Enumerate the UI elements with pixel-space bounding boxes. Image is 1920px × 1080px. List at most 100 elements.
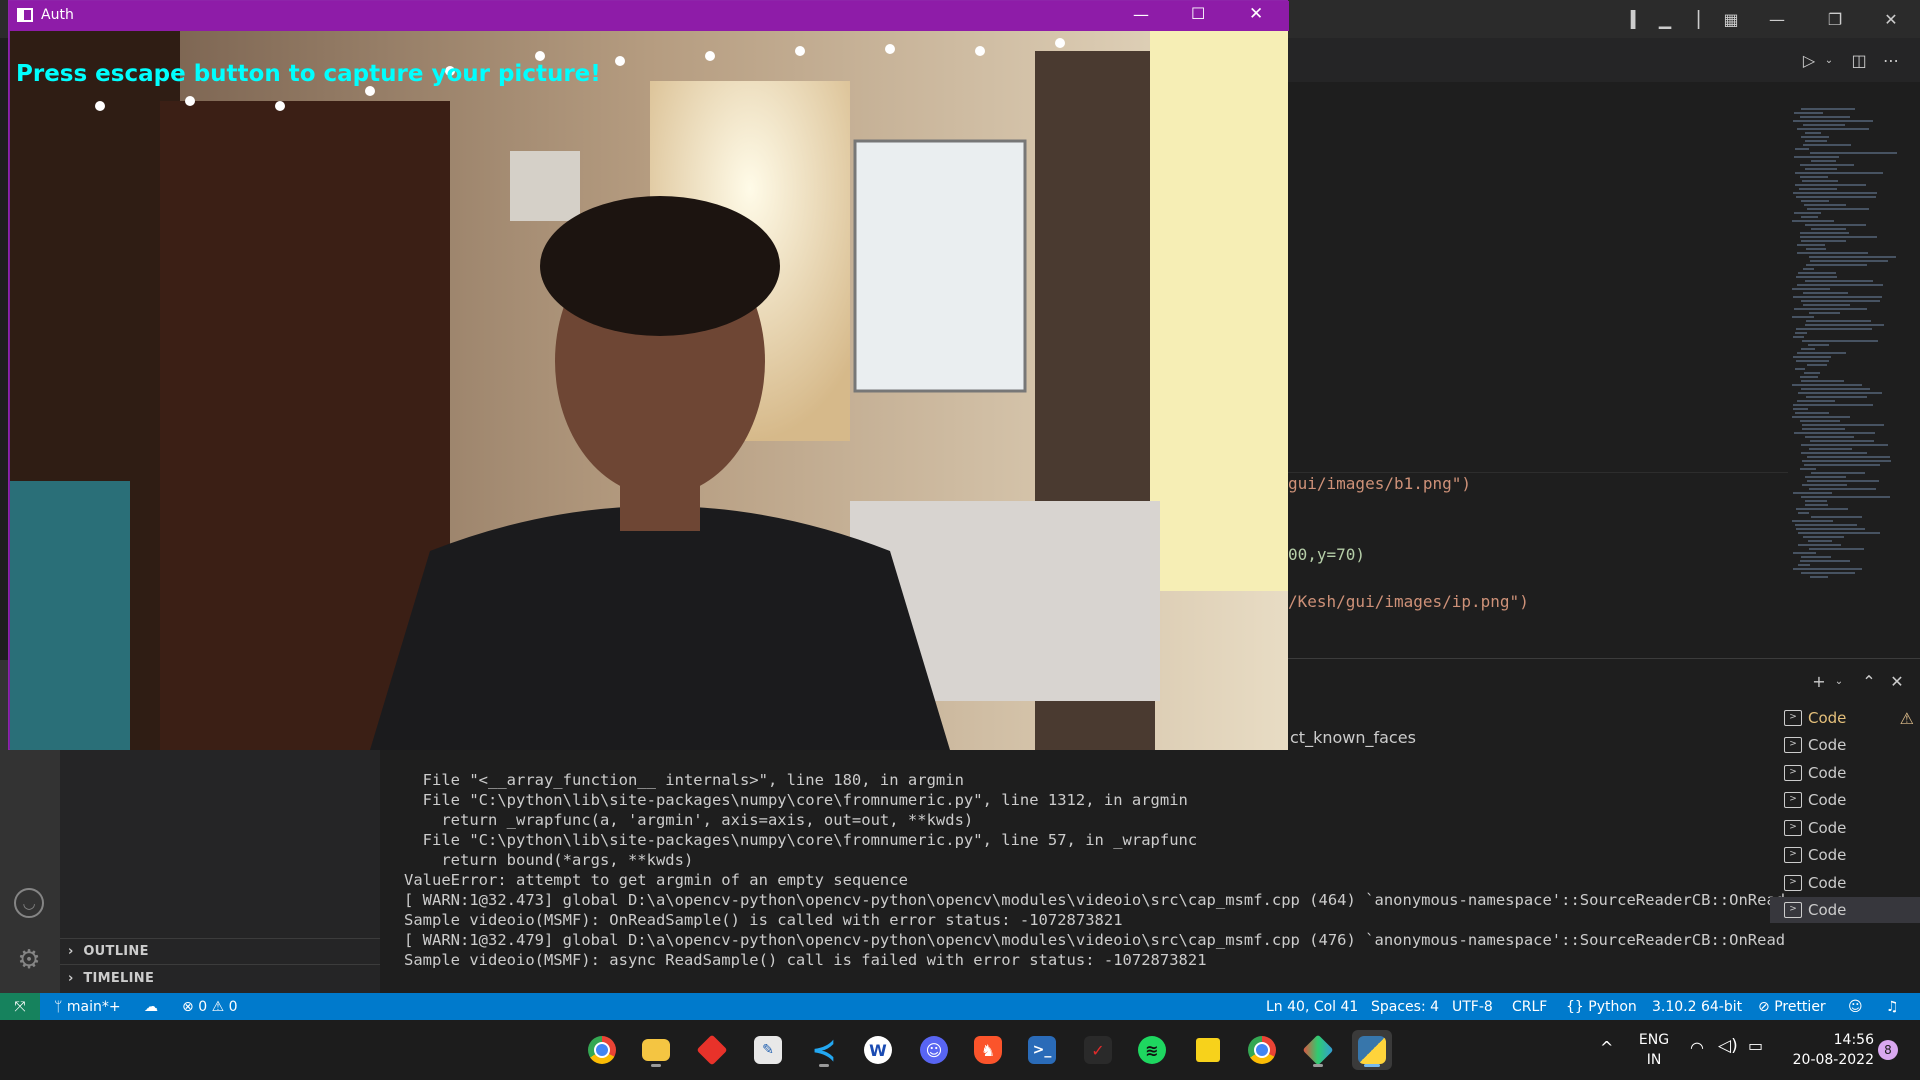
- indentation[interactable]: Spaces: 4: [1371, 993, 1439, 1020]
- encoding[interactable]: UTF-8: [1452, 993, 1493, 1020]
- minimap-line: [1810, 440, 1874, 442]
- restore-icon[interactable]: ❐: [1824, 8, 1846, 30]
- customize-layout-icon[interactable]: ▦: [1720, 8, 1742, 30]
- minimap-line: [1808, 540, 1832, 542]
- minimap-line: [1794, 432, 1875, 434]
- terminal-tab[interactable]: > Code: [1770, 815, 1920, 841]
- battery-icon[interactable]: ▭: [1748, 1036, 1763, 1055]
- minimap-line: [1806, 320, 1871, 322]
- chrome-app[interactable]: [582, 1030, 622, 1070]
- line-ending[interactable]: CRLF: [1512, 993, 1547, 1020]
- language-mode[interactable]: {} Python: [1566, 993, 1637, 1020]
- warning-icon: ⚠: [1899, 708, 1914, 728]
- clock[interactable]: 14:56 20-08-2022: [1774, 1030, 1874, 1070]
- toggle-primary-sidebar-icon[interactable]: ▍: [1626, 8, 1648, 30]
- code-line: 00,y=70): [1288, 545, 1366, 564]
- file-explorer-app[interactable]: [636, 1030, 676, 1070]
- toggle-panel-icon[interactable]: ▁: [1654, 8, 1676, 30]
- python-icon: [1358, 1036, 1386, 1064]
- close-icon[interactable]: ✕: [1880, 8, 1902, 30]
- divider: [60, 938, 380, 939]
- spotify-app[interactable]: ≋: [1132, 1030, 1172, 1070]
- terminal-output[interactable]: File "<__array_function__ internals>", l…: [404, 770, 1785, 975]
- wps-app[interactable]: W: [858, 1030, 898, 1070]
- python-interpreter[interactable]: 3.10.2 64-bit: [1652, 993, 1742, 1020]
- minimize-icon[interactable]: —: [1133, 5, 1149, 24]
- windows-logo-icon: [537, 1037, 563, 1063]
- minimap[interactable]: [1788, 100, 1908, 590]
- cursor-position[interactable]: Ln 40, Col 41: [1266, 993, 1358, 1020]
- warning-icon: ⚠: [211, 998, 225, 1015]
- new-terminal-icon[interactable]: +: [1808, 670, 1830, 692]
- python-app-active[interactable]: [1352, 1030, 1392, 1070]
- accounts-icon[interactable]: ◡: [14, 888, 44, 918]
- powershell-app[interactable]: >_: [1022, 1030, 1062, 1070]
- vscode-app[interactable]: ≺: [804, 1030, 844, 1070]
- code-editor[interactable]: gui/images/b1.png"): [1288, 82, 1788, 493]
- auth-titlebar[interactable]: Auth — ☐ ✕: [9, 1, 1289, 31]
- documents-app[interactable]: ✎: [748, 1030, 788, 1070]
- git-app[interactable]: [692, 1030, 732, 1070]
- notification-badge[interactable]: 8: [1878, 1040, 1898, 1060]
- minimap-line: [1806, 264, 1867, 266]
- remote-indicator[interactable]: ⤧: [0, 993, 40, 1020]
- git-gui-app[interactable]: [1298, 1030, 1338, 1070]
- auth-window[interactable]: Auth — ☐ ✕ Press escape button to captur…: [8, 0, 1289, 750]
- split-editor-icon[interactable]: ◫: [1848, 49, 1870, 71]
- minimap-line: [1800, 560, 1850, 562]
- run-icon[interactable]: ▷: [1798, 49, 1820, 71]
- prettier-status[interactable]: ⊘ Prettier: [1758, 993, 1826, 1020]
- gear-icon[interactable]: ⚙: [14, 945, 44, 975]
- chevron-down-icon[interactable]: ⌄: [1818, 49, 1840, 71]
- minimap-line: [1809, 256, 1896, 258]
- terminal-line: return _wrapfunc(a, 'argmin', axis=axis,…: [404, 811, 974, 829]
- minimap-line: [1796, 328, 1872, 330]
- wifi-icon[interactable]: ◠: [1690, 1038, 1704, 1057]
- sync-icon[interactable]: ☁: [144, 993, 158, 1020]
- show-hidden-icons-chevron-icon[interactable]: ^: [1600, 1038, 1613, 1057]
- terminal-tab[interactable]: > Code: [1770, 842, 1920, 868]
- maximize-icon[interactable]: ☐: [1191, 4, 1205, 23]
- terminal-line: File "C:\python\lib\site-packages\numpy\…: [404, 791, 1188, 809]
- minimap-line: [1794, 308, 1867, 310]
- feedback-icon[interactable]: ☺: [1848, 993, 1863, 1020]
- terminal-tab[interactable]: > Code: [1770, 787, 1920, 813]
- minimap-line: [1804, 372, 1820, 374]
- terminal-line: Sample videoio(MSMF): OnReadSample() is …: [404, 911, 1123, 929]
- app-red[interactable]: ✓: [1078, 1030, 1118, 1070]
- maximize-panel-icon[interactable]: ⌃: [1858, 670, 1880, 692]
- terminal-tab[interactable]: > Code: [1770, 732, 1920, 758]
- terminal-tab[interactable]: > Code: [1770, 760, 1920, 786]
- discord-app[interactable]: ☺: [914, 1030, 954, 1070]
- more-actions-icon[interactable]: ⋯: [1880, 49, 1902, 71]
- timeline-section[interactable]: › TIMELINE: [68, 971, 154, 986]
- minimap-line: [1807, 480, 1879, 482]
- notifications-bell-icon[interactable]: ♫: [1886, 993, 1899, 1020]
- close-icon[interactable]: ✕: [1249, 4, 1263, 24]
- terminal-tab[interactable]: > Code: [1770, 870, 1920, 896]
- minimap-line: [1801, 496, 1890, 498]
- minimap-line: [1803, 536, 1844, 538]
- chevron-down-icon[interactable]: ⌄: [1828, 670, 1850, 692]
- input-language-indicator[interactable]: ENG IN: [1636, 1030, 1672, 1070]
- chrome-app-2[interactable]: [1242, 1030, 1282, 1070]
- terminal-tab[interactable]: > Code ⚠: [1770, 705, 1920, 731]
- minimap-line: [1795, 148, 1809, 150]
- volume-icon[interactable]: ◁): [1718, 1036, 1738, 1056]
- minimap-line: [1801, 240, 1846, 242]
- toggle-secondary-sidebar-icon[interactable]: ▕: [1682, 8, 1704, 30]
- minimap-line: [1793, 336, 1804, 338]
- minimap-line: [1798, 544, 1841, 546]
- terminal-tab-active[interactable]: > Code: [1770, 897, 1920, 923]
- brave-app[interactable]: ♞: [968, 1030, 1008, 1070]
- minimap-line: [1798, 564, 1810, 566]
- minimap-line: [1796, 196, 1876, 198]
- start-button[interactable]: [530, 1030, 570, 1070]
- close-panel-icon[interactable]: ✕: [1886, 670, 1908, 692]
- chevron-right-icon: ›: [68, 944, 74, 959]
- sticky-notes-app[interactable]: [1188, 1030, 1228, 1070]
- problems-indicator[interactable]: ⊗ 0 ⚠ 0: [182, 993, 238, 1020]
- outline-section[interactable]: › OUTLINE: [68, 944, 149, 959]
- minimize-icon[interactable]: —: [1766, 8, 1788, 30]
- branch-indicator[interactable]: ᛘ main*+: [54, 993, 121, 1020]
